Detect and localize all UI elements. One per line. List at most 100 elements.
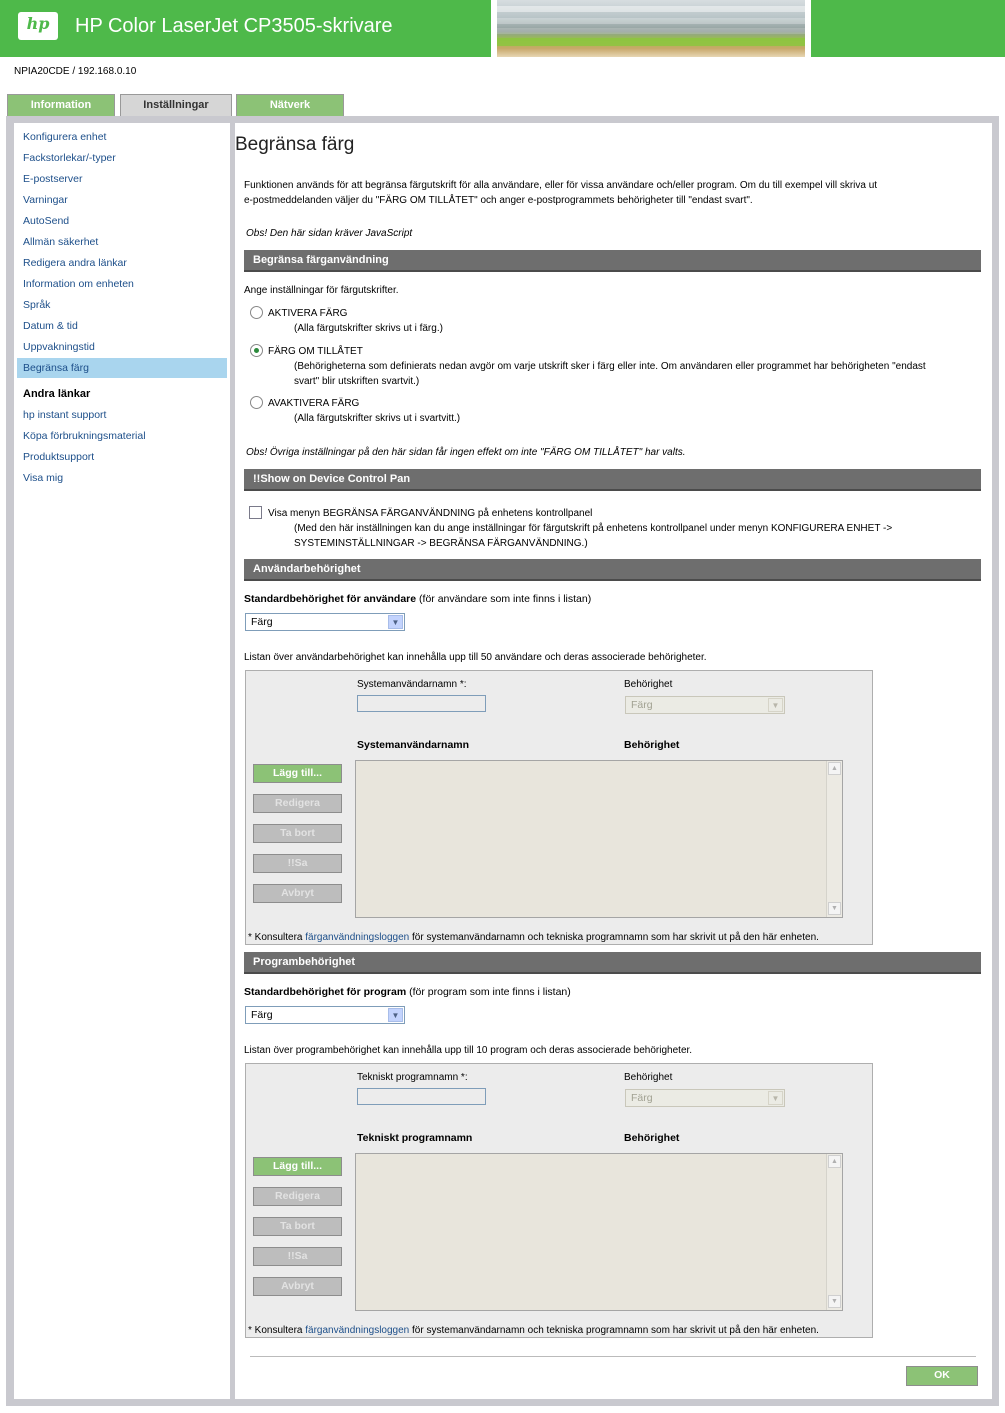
sidebar-link-buy-supplies[interactable]: Köpa förbrukningsmaterial [23,430,146,442]
user-default-permission-select[interactable]: Färg ▼ [245,613,405,631]
sidebar-link-show-me[interactable]: Visa mig [23,472,63,484]
user-cancel-button[interactable]: Avbryt [253,884,342,903]
user-name-field-label: Systemanvändarnamn *: [357,679,467,690]
program-cancel-button[interactable]: Avbryt [253,1277,342,1296]
program-default-label: Standardbehörighet för program (för prog… [244,986,571,998]
sidebar: Konfigurera enhet Fackstorlekar/-typer E… [14,123,230,1399]
radio-disable-color-desc: (Alla färgutskrifter skrivs ut i svartvi… [294,413,461,424]
color-usage-log-link[interactable]: färganvändningsloggen [305,932,409,943]
user-delete-button[interactable]: Ta bort [253,824,342,843]
sidebar-item-language[interactable]: Språk [23,299,50,311]
device-identifier: NPIA20CDE / 192.168.0.10 [14,66,137,77]
page-title: Begränsa färg [235,134,355,155]
user-permissions-list[interactable]: ▲ ▼ [355,760,843,918]
ok-button[interactable]: OK [906,1366,978,1386]
sidebar-item-autosend[interactable]: AutoSend [23,215,69,227]
section-show-on-control-panel: !!Show on Device Control Pan [244,469,981,491]
user-perm-select[interactable]: Färg ▼ [625,696,785,714]
scroll-down-icon[interactable]: ▼ [828,902,841,915]
checkbox-show-menu[interactable] [249,506,262,519]
show-menu-desc2: SYSTEMINSTÄLLNINGAR -> BEGRÄNSA FÄRGANVÄ… [294,538,588,549]
intro-text-line1: Funktionen används för att begränsa färg… [244,180,878,191]
user-list-info: Listan över användarbehörighet kan inneh… [244,652,707,663]
chevron-down-icon: ▼ [768,698,783,712]
intro-text-line2: e-postmeddelanden väljer du "FÄRG OM TIL… [244,195,753,206]
sidebar-item-security[interactable]: Allmän säkerhet [23,236,98,248]
main-content: Begränsa färg Funktionen används för att… [235,123,992,1399]
sidebar-item-alerts[interactable]: Varningar [23,194,68,206]
sidebar-item-edit-links[interactable]: Redigera andra länkar [23,257,127,269]
program-perm-field-label: Behörighet [624,1072,673,1083]
radio-enable-color-desc: (Alla färgutskrifter skrivs ut i färg.) [294,323,443,334]
chevron-down-icon: ▼ [768,1091,783,1105]
sidebar-link-product-support[interactable]: Produktsupport [23,451,94,463]
sidebar-item-date-time[interactable]: Datum & tid [23,320,78,332]
radio-color-if-allowed-desc1: (Behörigheterna som definierats nedan av… [294,361,926,372]
radio-color-if-allowed-label: FÄRG OM TILLÅTET [268,346,363,357]
program-save-button[interactable]: !!Sa [253,1247,342,1266]
program-permissions-list[interactable]: ▲ ▼ [355,1153,843,1311]
sidebar-item-tray-sizes[interactable]: Fackstorlekar/-typer [23,152,116,164]
user-perm-field-label: Behörighet [624,679,673,690]
user-edit-button[interactable]: Redigera [253,794,342,813]
radio-color-if-allowed[interactable] [250,344,263,357]
footer-divider [250,1356,976,1357]
user-save-button[interactable]: !!Sa [253,854,342,873]
user-col-name-header: Systemanvändarnamn [357,739,470,751]
program-permissions-panel: Tekniskt programnamn *: Behörighet Färg … [245,1063,873,1338]
sidebar-item-email-server[interactable]: E-postserver [23,173,83,185]
header-photo [497,0,805,57]
javascript-note: Obs! Den här sidan kräver JavaScript [246,228,413,239]
program-col-perm-header: Behörighet [624,1132,680,1144]
radio-color-if-allowed-desc2: svart" blir utskriften svartvit.) [294,376,420,387]
program-name-input[interactable] [357,1088,486,1105]
tab-information[interactable]: Information [7,94,115,116]
sidebar-item-wake-time[interactable]: Uppvakningstid [23,341,95,353]
program-edit-button[interactable]: Redigera [253,1187,342,1206]
sidebar-link-instant-support[interactable]: hp instant support [23,409,106,421]
program-add-button[interactable]: Lägg till... [253,1157,342,1176]
scroll-up-icon[interactable]: ▲ [828,762,841,775]
header-bar-right [811,0,1005,57]
section-program-permissions: Programbehörighet [244,952,981,974]
program-perm-select[interactable]: Färg ▼ [625,1089,785,1107]
radio-enable-color[interactable] [250,306,263,319]
chevron-down-icon: ▼ [388,1008,403,1022]
program-list-scrollbar[interactable]: ▲ ▼ [826,1154,842,1310]
hp-logo: hp [18,12,58,40]
checkbox-show-menu-label: Visa menyn BEGRÄNSA FÄRGANVÄNDNING på en… [268,508,593,519]
chevron-down-icon: ▼ [388,615,403,629]
sidebar-other-links-heading: Andra länkar [23,388,91,400]
other-settings-note: Obs! Övriga inställningar på den här sid… [246,447,686,458]
color-settings-prompt: Ange inställningar för färgutskrifter. [244,285,399,296]
show-menu-desc1: (Med den här inställningen kan du ange i… [294,523,893,534]
program-footnote: * Konsultera färganvändningsloggen för s… [248,1325,819,1336]
header-banner: hp HP Color LaserJet CP3505-skrivare [0,0,1005,57]
sidebar-item-restrict-color[interactable]: Begränsa färg [23,362,89,374]
scroll-up-icon[interactable]: ▲ [828,1155,841,1168]
user-footnote: * Konsultera färganvändningsloggen för s… [248,932,819,943]
program-default-permission-select[interactable]: Färg ▼ [245,1006,405,1024]
section-user-permissions: Användarbehörighet [244,559,981,581]
tab-settings[interactable]: Inställningar [120,94,232,116]
radio-disable-color[interactable] [250,396,263,409]
user-permissions-panel: Systemanvändarnamn *: Behörighet Färg ▼ … [245,670,873,945]
program-col-name-header: Tekniskt programnamn [357,1132,473,1144]
radio-enable-color-label: AKTIVERA FÄRG [268,308,348,319]
user-default-label: Standardbehörighet för användare (för an… [244,593,592,605]
tab-network[interactable]: Nätverk [236,94,344,116]
app-title: HP Color LaserJet CP3505-skrivare [75,15,393,37]
user-list-scrollbar[interactable]: ▲ ▼ [826,761,842,917]
user-add-button[interactable]: Lägg till... [253,764,342,783]
sidebar-item-configure-device[interactable]: Konfigurera enhet [23,131,106,143]
program-name-field-label: Tekniskt programnamn *: [357,1072,468,1083]
user-name-input[interactable] [357,695,486,712]
section-restrict-color-use: Begränsa färganvändning [244,250,981,272]
scroll-down-icon[interactable]: ▼ [828,1295,841,1308]
program-list-info: Listan över programbehörighet kan innehå… [244,1045,693,1056]
sidebar-item-device-info[interactable]: Information om enheten [23,278,134,290]
program-delete-button[interactable]: Ta bort [253,1217,342,1236]
color-usage-log-link[interactable]: färganvändningsloggen [305,1325,409,1336]
radio-disable-color-label: AVAKTIVERA FÄRG [268,398,360,409]
user-col-perm-header: Behörighet [624,739,680,751]
